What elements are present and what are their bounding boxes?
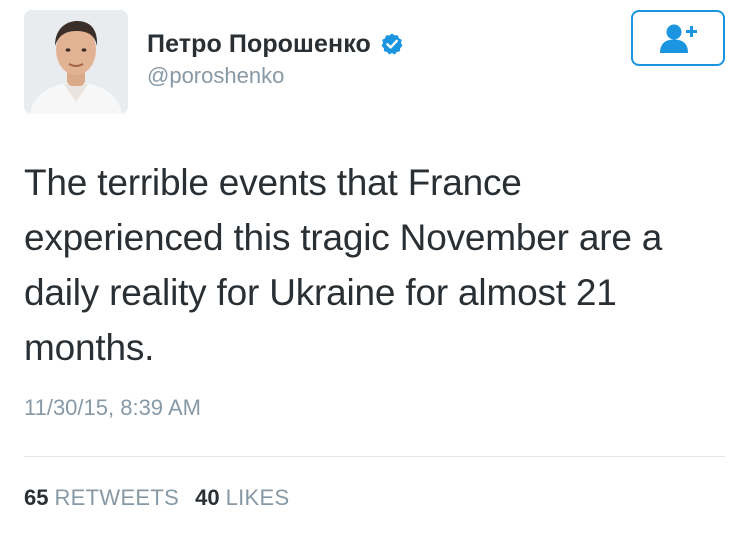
likes-stat[interactable]: 40 LIKES xyxy=(195,485,289,511)
likes-label: LIKES xyxy=(225,485,290,510)
retweets-count: 65 xyxy=(24,485,49,510)
retweets-stat[interactable]: 65 RETWEETS xyxy=(24,485,179,511)
add-user-icon xyxy=(660,24,697,53)
tweet-stats: 65 RETWEETS 40 LIKES xyxy=(24,485,289,511)
divider xyxy=(24,456,725,457)
verified-badge-icon xyxy=(380,32,404,56)
author-display-name[interactable]: Петро Порошенко xyxy=(147,30,371,59)
tweet-card: Петро Порошенко @poroshenko The terrible… xyxy=(0,0,749,537)
tweet-timestamp[interactable]: 11/30/15, 8:39 AM xyxy=(24,395,201,421)
retweets-label: RETWEETS xyxy=(54,485,180,510)
tweet-text: The terrible events that France experien… xyxy=(24,162,663,368)
author-name-row: Петро Порошенко xyxy=(147,28,404,60)
avatar[interactable] xyxy=(24,10,128,114)
follow-button[interactable] xyxy=(631,10,725,66)
avatar-photo xyxy=(24,10,128,114)
author-handle[interactable]: @poroshenko xyxy=(147,63,284,89)
likes-count: 40 xyxy=(195,485,220,510)
